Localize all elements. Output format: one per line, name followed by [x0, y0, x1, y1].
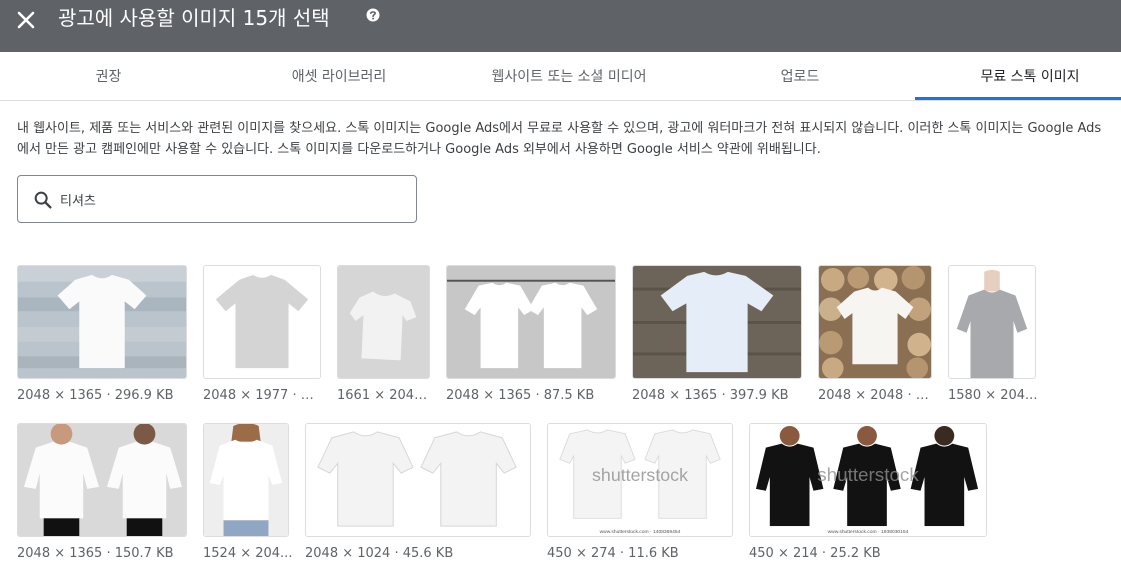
close-icon: [17, 11, 35, 29]
stock-images-description: 내 웹사이트, 제품 또는 서비스와 관련된 이미지를 찾으세요. 스톡 이미지…: [17, 121, 1102, 157]
stock-image-6[interactable]: [818, 265, 932, 379]
image-caption: 450 × 214 · 25.2 KB: [749, 546, 881, 561]
tab-bar: 권장 애셋 라이브러리 웹사이트 또는 소셜 미디어 업로드 무료 스톡 이미지: [0, 52, 1121, 101]
image-caption: 2048 × 1977 · 1...: [203, 388, 321, 403]
image-credit: www.shutterstock.com · 1408369454: [600, 529, 681, 535]
image-caption: 2048 × 1365 · 87.5 KB: [446, 388, 595, 403]
image-caption: 1524 × 204...: [203, 546, 293, 561]
stock-image-2[interactable]: [203, 265, 321, 379]
stock-image-7[interactable]: [948, 265, 1036, 379]
image-caption: 2048 × 1365 · 397.9 KB: [632, 388, 789, 403]
image-credit: www.shutterstock.com · 1938030154: [828, 529, 909, 535]
dialog-title: 광고에 사용할 이미지 15개 선택: [58, 6, 330, 30]
stock-image-5[interactable]: [632, 265, 802, 379]
tab-recommended[interactable]: 권장: [0, 52, 217, 100]
stock-image-8[interactable]: [17, 423, 187, 537]
image-caption: 2048 × 1365 · 150.7 KB: [17, 546, 174, 561]
tab-free-stock-images[interactable]: 무료 스톡 이미지: [915, 52, 1121, 100]
stock-image-11[interactable]: shutterstock www.shutterstock.com · 1408…: [547, 423, 733, 537]
stock-image-3[interactable]: [337, 265, 430, 379]
tab-asset-library[interactable]: 애셋 라이브러리: [217, 52, 461, 100]
stock-image-12[interactable]: shutterstock www.shutterstock.com · 1938…: [749, 423, 987, 537]
stock-image-1[interactable]: [17, 265, 187, 379]
stock-image-4[interactable]: [446, 265, 616, 379]
stock-image-9[interactable]: [203, 423, 289, 537]
image-caption: 2048 × 1024 · 45.6 KB: [305, 546, 454, 561]
shutterstock-watermark: shutterstock: [817, 464, 919, 485]
help-icon[interactable]: [366, 8, 380, 22]
shutterstock-watermark: shutterstock: [592, 465, 688, 485]
stock-image-10[interactable]: [305, 423, 531, 537]
image-caption: 2048 × 1365 · 296.9 KB: [17, 388, 174, 403]
dialog-header: 광고에 사용할 이미지 15개 선택: [0, 0, 1121, 52]
search-field[interactable]: [17, 175, 417, 223]
image-caption: 1580 × 204...: [948, 388, 1038, 403]
image-caption: 450 × 274 · 11.6 KB: [547, 546, 679, 561]
search-input[interactable]: [60, 186, 400, 212]
image-caption: 1661 × 2048...: [337, 388, 432, 403]
active-tab-indicator: [915, 97, 1121, 100]
close-button[interactable]: [12, 6, 40, 34]
search-icon: [34, 191, 52, 209]
tab-website-social[interactable]: 웹사이트 또는 소셜 미디어: [461, 52, 677, 100]
image-caption: 2048 × 2048 · 2...: [818, 388, 936, 403]
tab-upload[interactable]: 업로드: [677, 52, 923, 100]
